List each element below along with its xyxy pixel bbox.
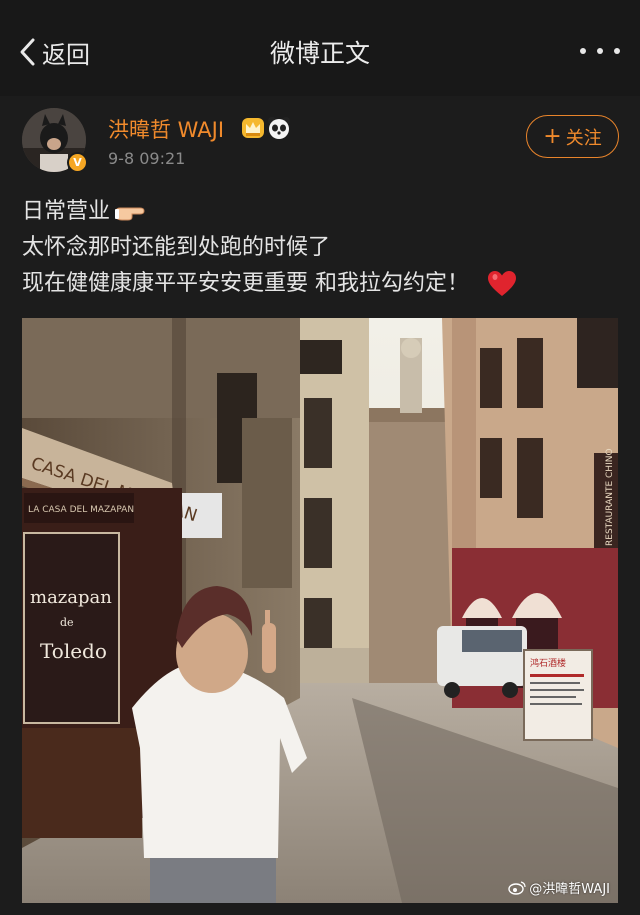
top-nav-bar: 返回 微博正文: [0, 0, 640, 96]
author-name[interactable]: 洪暐哲 WAJI: [108, 114, 224, 144]
more-options-icon[interactable]: [580, 38, 620, 64]
post-text-line-3: 现在健健康康平平安安更重要 和我拉勾约定！: [22, 271, 469, 296]
post-text-line-2: 太怀念那时还能到处跑的时候了: [22, 235, 331, 260]
post-text-line: 现在健健康康平平安安更重要 和我拉勾约定！: [22, 265, 517, 298]
window-text-2: de: [60, 616, 74, 629]
follow-button[interactable]: + 关注: [526, 115, 619, 158]
crown-icon: [242, 118, 264, 138]
photo-watermark: @洪暐哲WAJI: [508, 878, 610, 897]
follow-label: 关注: [565, 127, 602, 149]
post-card: V 洪暐哲 WAJI 9-8 09:21 + 关注 日常营业 太怀念那时还能到处…: [0, 96, 640, 915]
window-text-1: mazapan: [30, 587, 112, 608]
menu-board-text: 鸿石酒楼: [530, 657, 566, 669]
post-photo[interactable]: CASA DEL MAZAPAN LA CASA DEL MAZAPAN maz…: [22, 318, 618, 903]
restaurant-sign-text: RESTAURANTE CHINO: [605, 448, 615, 546]
post-timestamp: 9-8 09:21: [108, 149, 186, 168]
watermark-text: @洪暐哲WAJI: [529, 882, 610, 897]
weibo-logo-icon: [508, 880, 526, 895]
red-heart-icon: [488, 271, 516, 296]
pointing-hand-icon: [115, 207, 145, 221]
panda-icon: [268, 117, 290, 139]
page-title: 微博正文: [269, 39, 370, 68]
post-text-line: 日常营业: [22, 193, 148, 225]
shop-sign-small-text: LA CASA DEL MAZAPAN: [28, 505, 134, 515]
post-text-line-1: 日常营业: [22, 199, 111, 224]
verified-badge-icon: V: [67, 152, 88, 173]
window-text-3: Toledo: [40, 639, 107, 663]
plus-icon: +: [543, 123, 562, 149]
